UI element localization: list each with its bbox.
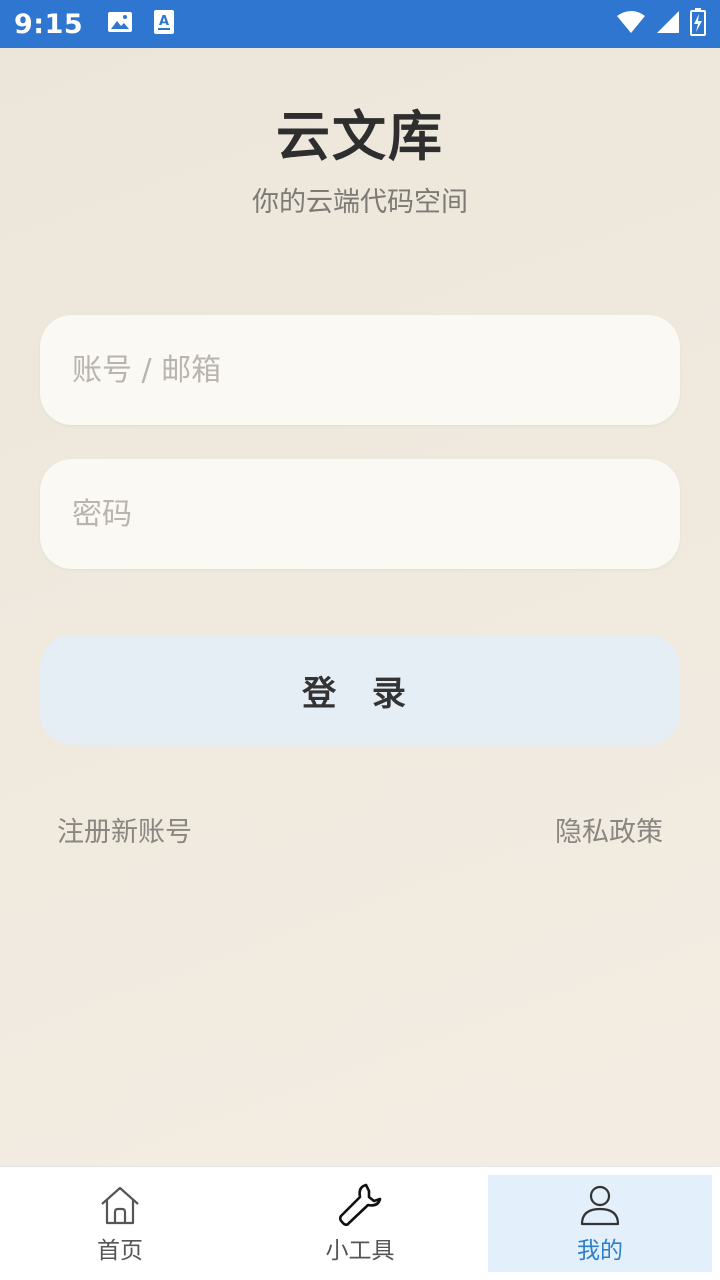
wrench-icon (336, 1183, 384, 1227)
account-input[interactable] (72, 352, 680, 388)
app-subtitle: 你的云端代码空间 (252, 187, 468, 218)
app-title: 云文库 (276, 105, 444, 168)
nav-label-home: 首页 (97, 1237, 143, 1264)
nav-item-tools[interactable]: 小工具 (248, 1175, 472, 1272)
status-bar: 9:15 A (0, 0, 720, 48)
nav-item-mine[interactable]: 我的 (488, 1175, 712, 1272)
home-icon (99, 1183, 141, 1227)
password-input[interactable] (72, 496, 680, 532)
nav-label-mine: 我的 (577, 1237, 623, 1264)
svg-text:A: A (159, 14, 169, 29)
nav-label-tools: 小工具 (325, 1237, 395, 1264)
bottom-nav: 首页 小工具 我的 (0, 1166, 720, 1280)
nav-item-home[interactable]: 首页 (8, 1175, 232, 1272)
wifi-icon (616, 10, 646, 38)
login-button[interactable]: 登 录 (40, 635, 680, 745)
battery-charging-icon (690, 8, 706, 40)
password-field[interactable] (40, 459, 680, 569)
account-field[interactable] (40, 315, 680, 425)
text-a-icon: A (153, 9, 175, 39)
privacy-policy-link[interactable]: 隐私政策 (555, 810, 663, 849)
image-icon (107, 11, 133, 37)
signal-icon (656, 10, 680, 38)
user-icon (579, 1183, 621, 1227)
status-time: 9:15 (14, 8, 84, 40)
register-link[interactable]: 注册新账号 (57, 810, 192, 849)
